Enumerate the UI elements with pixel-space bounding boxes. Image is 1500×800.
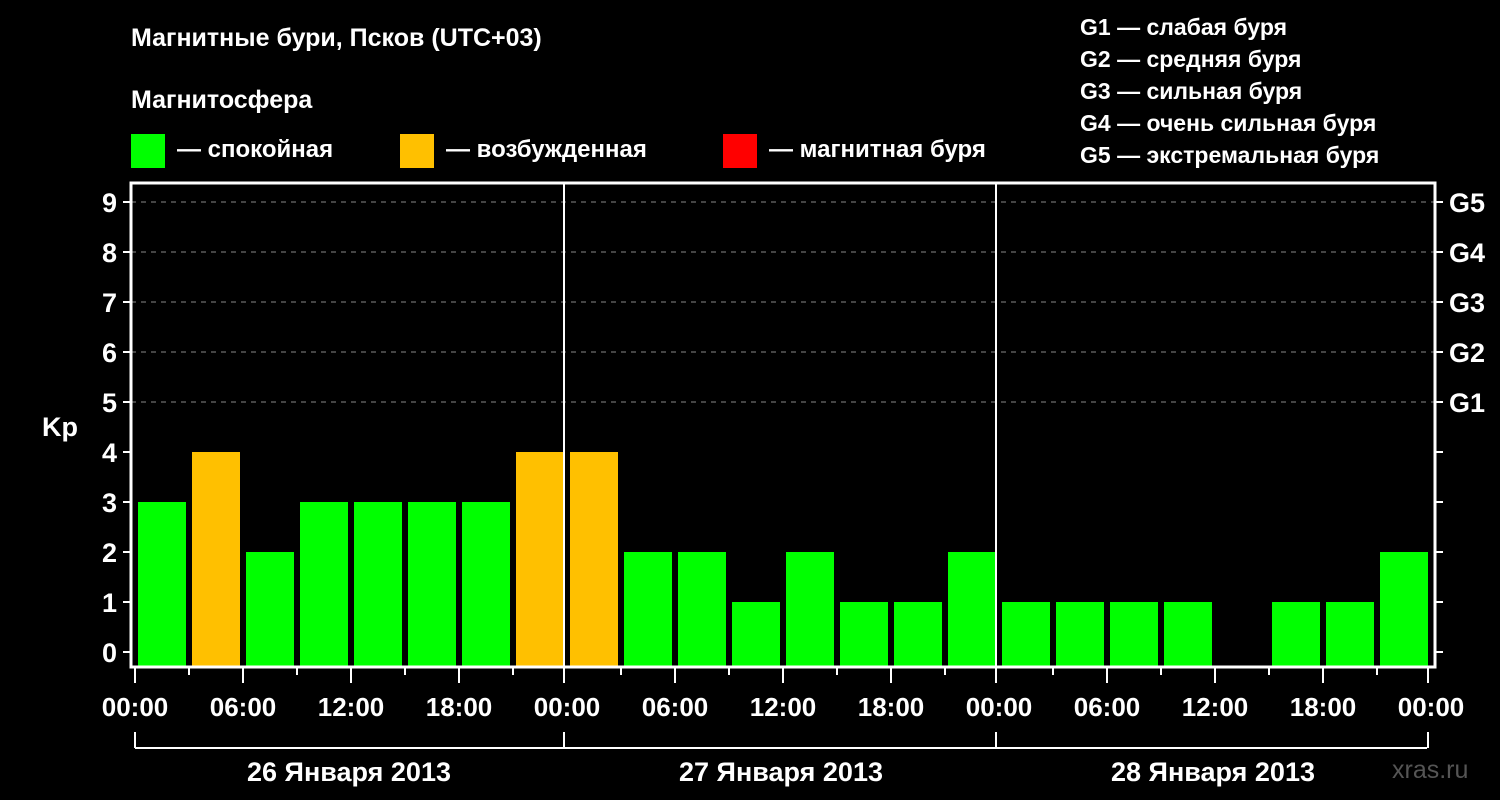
right-tick-label: G1: [1449, 388, 1485, 418]
bar: [1272, 602, 1320, 667]
bar: [1164, 602, 1212, 667]
bar: [300, 502, 348, 667]
bar: [246, 552, 294, 667]
x-tick-label: 00:00: [966, 692, 1033, 722]
y-tick-label: 5: [102, 388, 117, 418]
bar: [462, 502, 510, 667]
bar: [624, 552, 672, 667]
x-tick-label: 18:00: [1290, 692, 1357, 722]
x-tick-label: 00:00: [102, 692, 169, 722]
x-tick-label: 12:00: [1182, 692, 1249, 722]
bar: [894, 602, 942, 667]
bar: [732, 602, 780, 667]
y-tick-label: 9: [102, 188, 117, 218]
bar: [570, 452, 618, 667]
y-tick-label: 6: [102, 338, 117, 368]
y-tick-label: 0: [102, 638, 117, 668]
x-tick-label: 00:00: [1398, 692, 1465, 722]
bar: [192, 452, 240, 667]
x-tick-label: 06:00: [210, 692, 277, 722]
x-tick-label: 12:00: [318, 692, 385, 722]
bar: [678, 552, 726, 667]
bar: [138, 502, 186, 667]
y-tick-label: 8: [102, 238, 117, 268]
kp-chart: 0 1 2 3 4 5 6 7 8 9 G1 G2 G3 G4 G5 00:00 06:00 12:00 18:00…: [102, 181, 1485, 787]
right-tick-label: G5: [1449, 188, 1485, 218]
bar: [786, 552, 834, 667]
y-tick-label: 4: [102, 438, 117, 468]
bar: [1056, 602, 1104, 667]
x-tick-label: 06:00: [642, 692, 709, 722]
right-tick-label: G3: [1449, 288, 1485, 318]
x-tick-label: 18:00: [426, 692, 493, 722]
right-tick-label: G4: [1449, 238, 1485, 268]
y-tick-label: 7: [102, 288, 117, 318]
bar: [948, 552, 996, 667]
y-tick-label: 3: [102, 488, 117, 518]
y-tick-label: 1: [102, 588, 117, 618]
x-tick-label: 18:00: [858, 692, 925, 722]
bar: [516, 452, 564, 667]
x-tick-label: 12:00: [750, 692, 817, 722]
y-tick-label: 2: [102, 538, 117, 568]
bar: [1326, 602, 1374, 667]
x-tick-label: 00:00: [534, 692, 601, 722]
x-tick-label: 06:00: [1074, 692, 1141, 722]
bar: [1380, 552, 1428, 667]
day-label: 26 Января 2013: [247, 757, 451, 787]
right-tick-label: G2: [1449, 338, 1485, 368]
bar: [354, 502, 402, 667]
bar: [1002, 602, 1050, 667]
bar: [1110, 602, 1158, 667]
bar: [408, 502, 456, 667]
day-label: 28 Января 2013: [1111, 757, 1315, 787]
bar: [840, 602, 888, 667]
day-label: 27 Января 2013: [679, 757, 883, 787]
